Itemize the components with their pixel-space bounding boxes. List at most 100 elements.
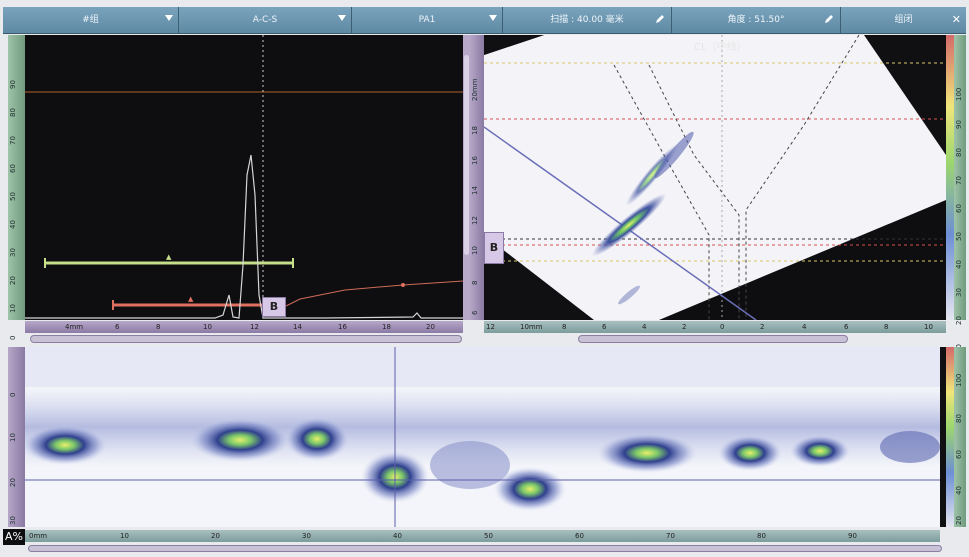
ascan-vtick: 0: [9, 335, 17, 340]
amplitude-unit-label: A%: [3, 529, 25, 545]
sscan-horizontal-scrollbar[interactable]: [578, 335, 848, 343]
sscan-htick: 8: [562, 323, 567, 331]
cscan-vtick: 0: [9, 392, 17, 397]
sscan-vtick: 10: [471, 246, 479, 255]
cscan-horizontal-scrollbar[interactable]: [28, 545, 942, 552]
ascan-vtick: 90: [9, 80, 17, 89]
ascan-vtick: 20: [9, 276, 17, 285]
cscan-color-palette: [946, 347, 954, 527]
close-icon: ✕: [951, 13, 961, 26]
sscan-horizontal-ruler: 12 10mm 8 6 4 2 0 2 4 6 8 10: [484, 321, 946, 333]
palette-tick: 30: [955, 288, 963, 297]
ascan-htick: 10: [203, 323, 212, 331]
ascan-htick: 18: [382, 323, 391, 331]
ascan-vtick: 30: [9, 248, 17, 257]
cscan-indication: [25, 425, 107, 465]
sscan-htick: 6: [602, 323, 607, 331]
palette-tick: 20: [955, 316, 963, 325]
chevron-down-icon: [489, 15, 497, 21]
sscan-vtick: 6: [471, 310, 479, 315]
sscan-htick: 2: [682, 323, 687, 331]
cscan-view[interactable]: [25, 347, 940, 527]
cscan-htick: 20: [211, 532, 220, 540]
scroll-thumb[interactable]: [464, 55, 469, 255]
sscan-htick: 4: [642, 323, 647, 331]
ascan-htick: 8: [156, 323, 161, 331]
cscan-htick: 40: [393, 532, 402, 540]
cscan-htick: 10: [120, 532, 129, 540]
scan-position-field[interactable]: 扫描 : 40.00 毫米: [503, 7, 672, 33]
palette-tick: 40: [955, 260, 963, 269]
probe-select-label: PA1: [418, 15, 436, 25]
view-layout-label: A-C-S: [252, 15, 278, 25]
palette-tick: 70: [955, 176, 963, 185]
palette-tick: 80: [955, 414, 963, 423]
ascan-vertical-scrollbar[interactable]: [463, 35, 470, 320]
probe-select[interactable]: PA1: [352, 7, 503, 33]
close-group-button[interactable]: 组闭 ✕: [841, 7, 966, 33]
sscan-htick: 0: [720, 323, 725, 331]
angle-label: 角度 : 51.50°: [727, 15, 785, 25]
palette-tick: 100: [955, 373, 963, 387]
cscan-vtick: 30: [9, 516, 17, 525]
sscan-plot: [484, 35, 946, 320]
chevron-down-icon: [338, 15, 346, 21]
palette-tick: 20: [955, 516, 963, 525]
ascan-htick: 14: [293, 323, 302, 331]
sscan-vtick: 20mm: [471, 78, 479, 101]
close-group-label: 组闭: [894, 15, 913, 25]
cscan-htick: 0mm: [29, 532, 48, 540]
palette-tick: 40: [955, 486, 963, 495]
cscan-htick: 30: [302, 532, 311, 540]
sscan-htick: 12: [486, 323, 495, 331]
ascan-view[interactable]: ▲ ▲ B: [25, 35, 463, 320]
cscan-htick: 70: [666, 532, 675, 540]
scan-position-label: 扫描 : 40.00 毫米: [550, 15, 624, 25]
angle-field[interactable]: 角度 : 51.50°: [672, 7, 841, 33]
palette-tick: 50: [955, 232, 963, 241]
gate-b-marker[interactable]: B: [262, 297, 286, 317]
sscan-depth-ruler: 20mm 18 16 14 12 10 8 6: [470, 35, 484, 320]
ascan-amplitude-ruler: 0 10 20 30 40 50 60 70 80 90: [8, 35, 25, 340]
sscan-htick: 4: [802, 323, 807, 331]
cscan-vtick: 10: [9, 433, 17, 442]
sscan-htick: 2: [760, 323, 765, 331]
ascan-htick: 16: [338, 323, 347, 331]
tcg-curve: [267, 280, 463, 316]
ascan-htick: 6: [115, 323, 120, 331]
group-select[interactable]: #组: [3, 7, 179, 33]
top-toolbar: #组 A-C-S PA1 扫描 : 40.00 毫米 角度 : 51.50° 组…: [3, 7, 966, 34]
cscan-htick: 60: [575, 532, 584, 540]
view-layout-select[interactable]: A-C-S: [179, 7, 352, 33]
sscan-vtick: 12: [471, 216, 479, 225]
pencil-icon: [656, 15, 664, 23]
sscan-gate-marker[interactable]: B: [484, 232, 504, 264]
centerline-label: CL（中线）: [694, 42, 747, 53]
svg-text:▲: ▲: [188, 295, 194, 303]
ascan-vtick: 70: [9, 136, 17, 145]
cscan-horizontal-ruler: 0mm 10 20 30 40 50 60 70 80 90: [25, 530, 940, 542]
ascan-horizontal-scrollbar[interactable]: [30, 335, 462, 343]
sscan-view[interactable]: CL（中线）: [484, 35, 946, 320]
cscan-plot: [25, 347, 940, 527]
ascan-vtick: 80: [9, 108, 17, 117]
sscan-htick: 10mm: [520, 323, 543, 331]
cscan-htick: 80: [757, 532, 766, 540]
sscan-htick: 6: [844, 323, 849, 331]
cscan-vtick: 20: [9, 478, 17, 487]
ascan-signal-trace: [25, 154, 463, 319]
cscan-palette-ruler: 100 80 60 40 20: [954, 347, 966, 527]
svg-text:▲: ▲: [166, 253, 172, 261]
cscan-htick: 90: [848, 532, 857, 540]
ascan-vtick: 40: [9, 220, 17, 229]
sscan-sector: [484, 35, 946, 320]
cscan-htick: 50: [484, 532, 493, 540]
ascan-htick: 12: [250, 323, 259, 331]
palette-tick: 80: [955, 148, 963, 157]
sscan-vtick: 18: [471, 126, 479, 135]
palette-tick: 100: [955, 87, 963, 101]
sscan-htick: 10: [924, 323, 933, 331]
cscan-index-ruler: 0 10 20 30: [8, 347, 25, 527]
chevron-down-icon: [165, 15, 173, 21]
ascan-vtick: 10: [9, 304, 17, 313]
